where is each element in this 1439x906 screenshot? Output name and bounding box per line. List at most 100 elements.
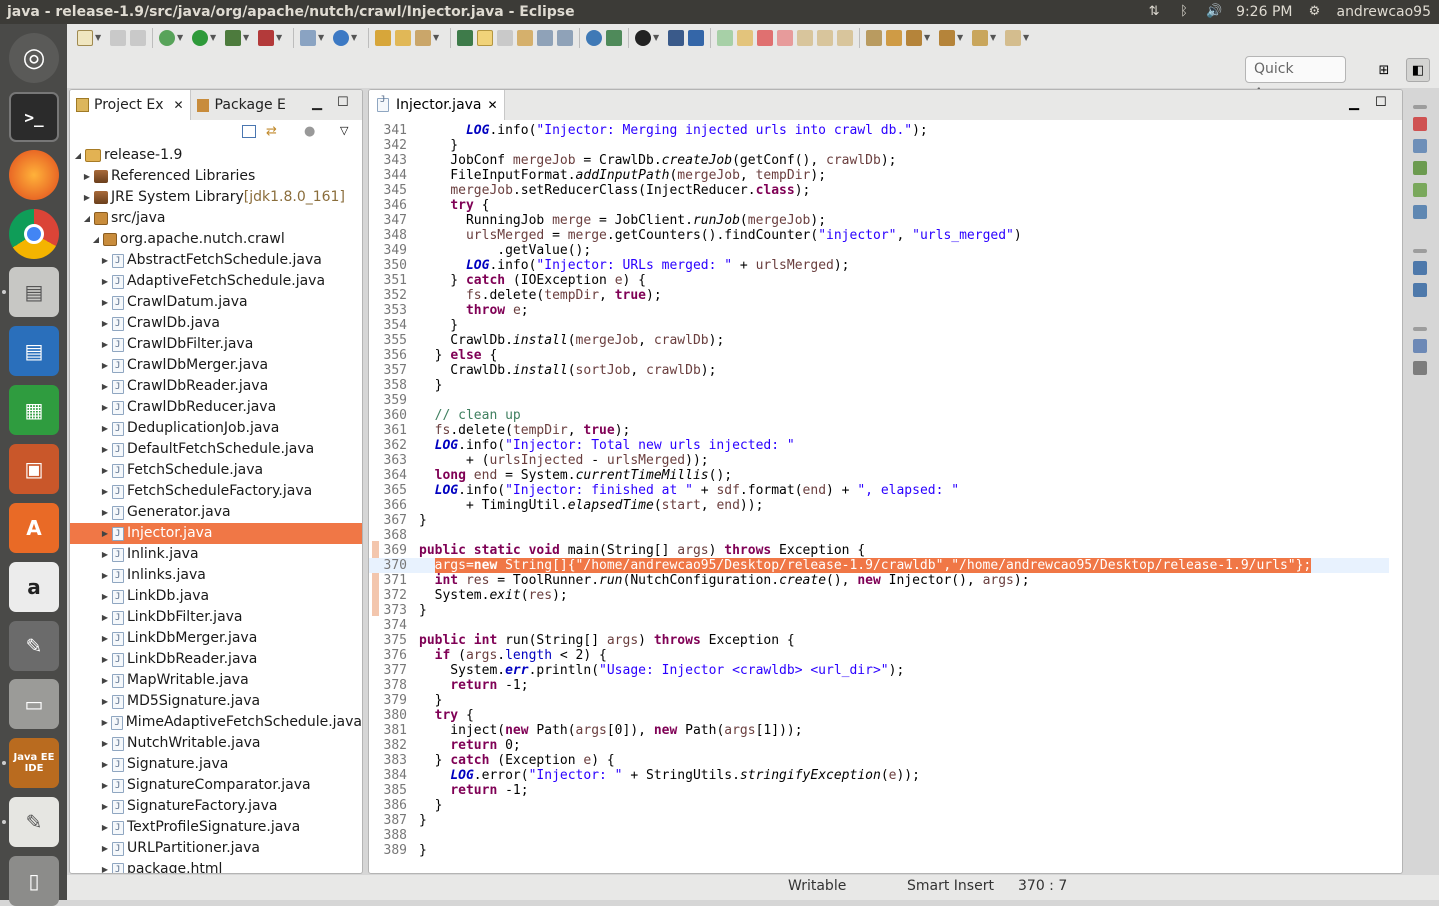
code-line[interactable]: 351 } catch (IOException e) {	[369, 273, 1389, 288]
search-dropdown-icon[interactable]: ▼	[433, 30, 441, 46]
tree-folder-item[interactable]: ▶ Referenced Libraries	[70, 166, 362, 187]
trash-icon[interactable]: ▯	[9, 856, 59, 906]
next-annotation-dropdown-icon[interactable]: ▼	[924, 30, 932, 46]
console-view-icon[interactable]	[1413, 205, 1427, 219]
collapsed-arrow-icon[interactable]: ▶	[100, 313, 110, 334]
lock-icon[interactable]: ▭	[9, 679, 59, 729]
open-task-icon[interactable]	[395, 30, 411, 46]
code-text[interactable]: LOG.error("Injector: " + StringUtils.str…	[419, 768, 920, 783]
code-line[interactable]: 363 + (urlsInjected - urlsMerged));	[369, 453, 1389, 468]
code-line[interactable]: 365 LOG.info("Injector: finished at " + …	[369, 483, 1389, 498]
code-line[interactable]: 389}	[369, 843, 1389, 858]
code-line[interactable]: 381 inject(new Path(args[0]), new Path(a…	[369, 723, 1389, 738]
resume-icon[interactable]	[717, 30, 733, 46]
code-line[interactable]: 385 return -1;	[369, 783, 1389, 798]
eclipse-java-ee-icon[interactable]: Java EE IDE	[9, 738, 59, 788]
debug-icon[interactable]	[159, 30, 175, 46]
writer-icon[interactable]: ▤	[9, 326, 59, 376]
restore-icon-3[interactable]	[1413, 327, 1427, 331]
code-line[interactable]: 352 fs.delete(tempDir, true);	[369, 288, 1389, 303]
code-line[interactable]: 348 urlsMerged = merge.getCounters().fin…	[369, 228, 1389, 243]
code-text[interactable]: args=new String[]{"/home/andrewcao95/Des…	[419, 558, 1312, 573]
collapsed-arrow-icon[interactable]: ▶	[100, 418, 110, 439]
collapsed-arrow-icon[interactable]: ▶	[100, 439, 110, 460]
code-text[interactable]: if (args.length < 2) {	[419, 648, 607, 663]
code-text[interactable]: fs.delete(tempDir, true);	[419, 423, 631, 438]
collapsed-arrow-icon[interactable]: ▶	[100, 460, 110, 481]
code-text[interactable]: throw e;	[419, 303, 529, 318]
code-line[interactable]: 360 // clean up	[369, 408, 1389, 423]
collapsed-arrow-icon[interactable]: ▶	[100, 796, 110, 817]
tree-file-item[interactable]: ▶ Generator.java	[70, 502, 362, 524]
code-text[interactable]: CrawlDb.install(sortJob, crawlDb);	[419, 363, 716, 378]
disconnect-icon[interactable]	[777, 30, 793, 46]
minimize-icon[interactable]: ▁	[1349, 96, 1359, 111]
ant-icon[interactable]	[635, 30, 651, 46]
view-menu-icon[interactable]: ▽	[340, 124, 348, 137]
back-dropdown-icon[interactable]: ▼	[990, 30, 998, 46]
search-icon[interactable]	[415, 30, 431, 46]
close-icon[interactable]: ✕	[488, 98, 498, 112]
collapsed-arrow-icon[interactable]: ▶	[100, 628, 110, 649]
code-text[interactable]: int res = ToolRunner.run(NutchConfigurat…	[419, 573, 1030, 588]
collapsed-arrow-icon[interactable]: ▶	[100, 397, 110, 418]
code-text[interactable]: RunningJob merge = JobClient.runJob(merg…	[419, 213, 826, 228]
open-perspective-icon[interactable]: ⊞	[1372, 58, 1396, 82]
code-line[interactable]: 368	[369, 528, 1389, 543]
code-line[interactable]: 384 LOG.error("Injector: " + StringUtils…	[369, 768, 1389, 783]
tree-file-item[interactable]: ▶ SignatureFactory.java	[70, 796, 362, 818]
code-line[interactable]: 373}	[369, 603, 1389, 618]
ant-dropdown-icon[interactable]: ▼	[653, 30, 661, 46]
settings-icon[interactable]: ✎	[9, 621, 59, 671]
code-text[interactable]: System.err.println("Usage: Injector <cra…	[419, 663, 904, 678]
code-text[interactable]: + TimingUtil.elapsedTime(start, end));	[419, 498, 763, 513]
tree-file-item[interactable]: ▶ CrawlDbReader.java	[70, 376, 362, 398]
code-text[interactable]: }	[419, 603, 427, 618]
code-line[interactable]: 382 return 0;	[369, 738, 1389, 753]
code-line[interactable]: 383 } catch (Exception e) {	[369, 753, 1389, 768]
code-text[interactable]: }	[419, 138, 458, 153]
code-text[interactable]: } else {	[419, 348, 498, 363]
code-text[interactable]: try {	[419, 708, 474, 723]
code-line[interactable]: 375 public int run(String[] args) throws …	[369, 633, 1389, 648]
collapsed-arrow-icon[interactable]: ▶	[100, 733, 110, 754]
step-return-icon[interactable]	[837, 30, 853, 46]
collapsed-arrow-icon[interactable]: ▶	[100, 817, 110, 838]
code-line[interactable]: 376 if (args.length < 2) {	[369, 648, 1389, 663]
open-type-icon[interactable]	[375, 30, 391, 46]
servers-view-icon[interactable]	[1413, 117, 1427, 131]
code-line[interactable]: 364 long end = System.currentTimeMillis(…	[369, 468, 1389, 483]
text-editor-icon[interactable]: ✎	[9, 797, 59, 847]
code-text[interactable]: }	[419, 843, 427, 858]
forward-icon[interactable]	[1005, 30, 1021, 46]
focus-icon[interactable]: ●	[304, 125, 318, 138]
properties-view-icon[interactable]	[1413, 361, 1427, 375]
code-line[interactable]: 347 RunningJob merge = JobClient.runJob(…	[369, 213, 1389, 228]
tree-file-item[interactable]: ▶ CrawlDbReducer.java	[70, 397, 362, 419]
project-dropdown-icon[interactable]: ▼	[318, 30, 326, 46]
code-text[interactable]: public int run(String[] args) throws Exc…	[419, 633, 795, 648]
code-line[interactable]: 353 throw e;	[369, 303, 1389, 318]
code-line[interactable]: 370 args=new String[]{"/home/andrewcao95…	[369, 558, 1389, 573]
tree-file-item[interactable]: ▶ URLPartitioner.java	[70, 838, 362, 860]
calc-icon[interactable]: ▦	[9, 385, 59, 435]
tree-file-item[interactable]: ▶ CrawlDb.java	[70, 313, 362, 335]
code-text[interactable]: return 0;	[419, 738, 520, 753]
forward-dropdown-icon[interactable]: ▼	[1023, 30, 1031, 46]
tree-file-item[interactable]: ▶ FetchSchedule.java	[70, 460, 362, 482]
collapsed-arrow-icon[interactable]: ▶	[100, 754, 110, 775]
maximize-icon[interactable]: ☐	[337, 95, 349, 110]
expanded-arrow-icon[interactable]: ◢	[82, 208, 92, 229]
next-annotation-icon[interactable]	[537, 30, 553, 46]
tree-file-item[interactable]: ▶ MimeAdaptiveFetchSchedule.java	[70, 712, 362, 734]
close-icon[interactable]: ✕	[173, 98, 183, 112]
tree-file-item[interactable]: ▶ Injector.java	[70, 523, 362, 545]
coverage-icon[interactable]	[225, 30, 241, 46]
tree-file-item[interactable]: ▶ FetchScheduleFactory.java	[70, 481, 362, 503]
external-tools-dropdown-icon[interactable]: ▼	[276, 30, 284, 46]
code-text[interactable]: urlsMerged = merge.getCounters().findCou…	[419, 228, 1022, 243]
code-text[interactable]: .getValue();	[419, 243, 591, 258]
code-line[interactable]: 349 .getValue();	[369, 243, 1389, 258]
collapsed-arrow-icon[interactable]: ▶	[100, 250, 110, 271]
clock[interactable]: 9:26 PM	[1236, 4, 1292, 20]
